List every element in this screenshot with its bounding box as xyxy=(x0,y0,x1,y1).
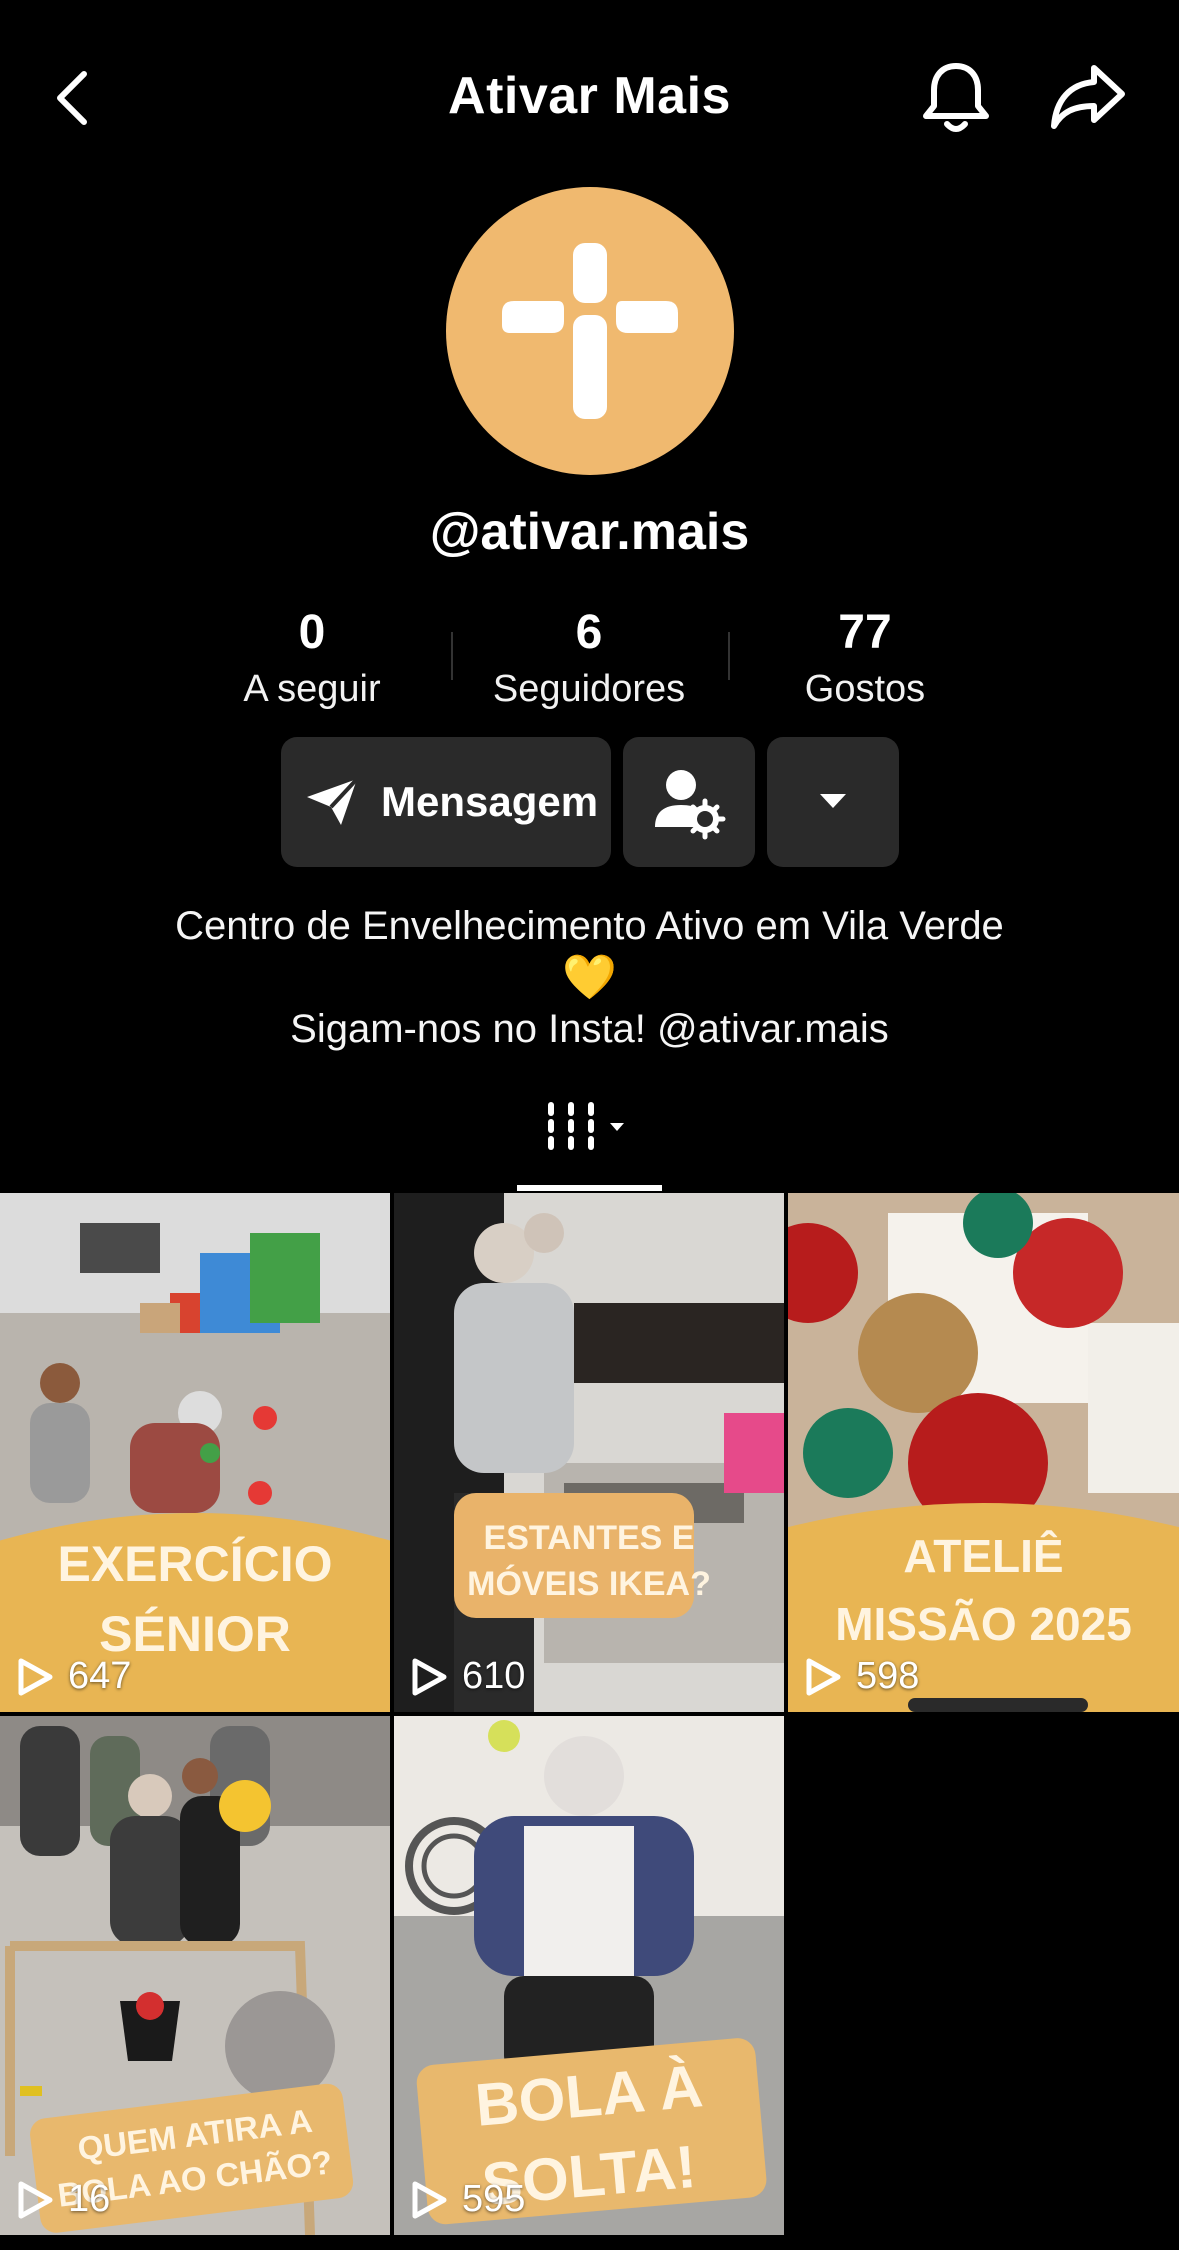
view-count: 595 xyxy=(410,2178,525,2221)
share-button[interactable] xyxy=(1050,62,1128,132)
grid-icon xyxy=(548,1102,624,1150)
view-count: 610 xyxy=(410,1655,525,1698)
page-title: Ativar Mais xyxy=(448,67,731,125)
avatar[interactable] xyxy=(446,187,734,475)
video-caption: MÓVEIS IKEA? xyxy=(467,1565,711,1603)
stat-likes-label: Gostos xyxy=(804,668,926,710)
video-caption: MISSÃO 2025 xyxy=(835,1598,1132,1650)
view-count: 16 xyxy=(16,2178,110,2221)
view-count-value: 610 xyxy=(462,1655,526,1697)
stat-likes[interactable]: 77 Gostos xyxy=(755,605,975,717)
video-thumbnail[interactable]: EXERCÍCIO SÉNIOR 647 xyxy=(0,1193,390,1712)
stat-divider xyxy=(728,632,730,680)
play-icon xyxy=(18,1658,53,1695)
view-count-value: 647 xyxy=(68,1655,132,1697)
view-count-value: 16 xyxy=(68,2178,111,2220)
stat-likes-value: 77 xyxy=(838,606,892,659)
play-icon xyxy=(412,1658,447,1695)
profile-stats: 0 A seguir 6 Seguidores 77 Gostos xyxy=(0,605,1179,720)
video-caption: ESTANTES E xyxy=(483,1519,695,1557)
profile-handle: @ativar.mais xyxy=(429,503,750,561)
view-count: 598 xyxy=(804,1655,919,1698)
video-thumbnail[interactable]: ATELIÊ MISSÃO 2025 598 xyxy=(788,1193,1179,1712)
play-icon xyxy=(806,1658,841,1695)
video-thumbnail[interactable]: ESTANTES E MÓVEIS IKEA? 610 xyxy=(394,1193,784,1712)
share-arrow-icon xyxy=(1051,65,1125,129)
notifications-button[interactable] xyxy=(920,60,992,136)
bell-icon xyxy=(923,63,989,132)
send-icon xyxy=(307,777,359,825)
view-count-value: 598 xyxy=(856,1655,920,1697)
bio-line: Sigam-nos no Insta! @ativar.mais xyxy=(290,1007,889,1051)
profile-settings-button[interactable] xyxy=(623,737,755,867)
caret-down-icon xyxy=(820,794,846,808)
more-options-dropdown[interactable] xyxy=(767,737,899,867)
view-count: 647 xyxy=(16,1655,131,1698)
thumbnail-image xyxy=(394,1193,784,1712)
stat-followers-value: 6 xyxy=(575,606,603,659)
logo-cross-icon xyxy=(502,243,678,419)
top-bar: Ativar Mais xyxy=(0,0,1179,195)
video-caption: ATELIÊ xyxy=(903,1530,1064,1582)
video-caption: EXERCÍCIO xyxy=(57,1536,333,1592)
video-thumbnail[interactable]: BOLA À SOLTA! 595 xyxy=(394,1716,784,2235)
bio-line: Centro de Envelhecimento Ativo em Vila V… xyxy=(175,904,1004,948)
play-icon xyxy=(412,2181,447,2218)
stat-divider xyxy=(451,632,453,680)
message-button-label: Mensagem xyxy=(381,778,599,825)
tab-indicator xyxy=(517,1185,662,1191)
bio-emoji: 💛 xyxy=(562,953,617,1002)
view-count-value: 595 xyxy=(462,2178,526,2220)
video-thumbnail[interactable]: QUEM ATIRA A BOLA AO CHÃO? 16 xyxy=(0,1716,390,2235)
play-icon xyxy=(18,2181,53,2218)
stat-followers[interactable]: 6 Seguidores xyxy=(479,605,699,717)
stat-following[interactable]: 0 A seguir xyxy=(202,605,422,717)
stat-following-value: 0 xyxy=(298,606,326,659)
stat-following-label: A seguir xyxy=(243,668,381,710)
person-gear-icon xyxy=(655,770,726,840)
message-button[interactable]: Mensagem xyxy=(281,737,611,867)
stat-followers-label: Seguidores xyxy=(492,668,686,710)
tab-videos[interactable] xyxy=(518,1095,661,1191)
